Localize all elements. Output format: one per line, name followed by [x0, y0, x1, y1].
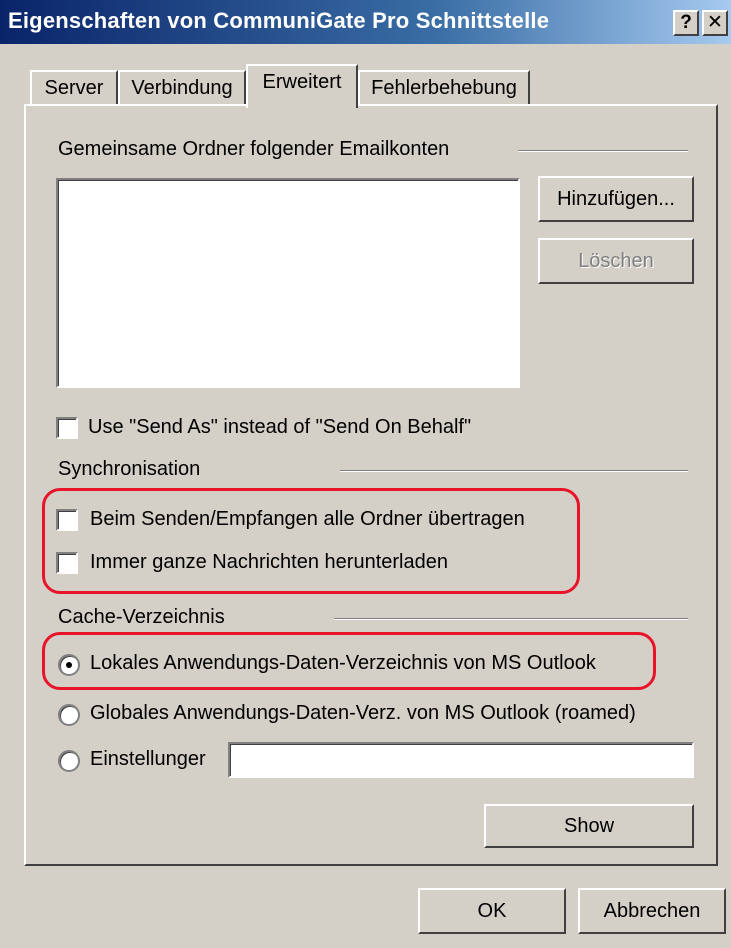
shared-folders-divider — [518, 150, 688, 152]
cache-custom-path-input[interactable] — [228, 742, 694, 778]
cache-local-radio[interactable] — [58, 654, 80, 676]
sync-all-folders-label: Beim Senden/Empfangen alle Ordner übertr… — [90, 508, 525, 530]
tab-erweitert[interactable]: Erweitert — [246, 64, 358, 108]
ok-button[interactable]: OK — [418, 888, 566, 934]
cancel-button[interactable]: Abbrechen — [578, 888, 726, 934]
window-title: Eigenschaften von CommuniGate Pro Schnit… — [8, 8, 550, 33]
cache-divider — [334, 618, 688, 620]
title-bar[interactable]: Eigenschaften von CommuniGate Pro Schnit… — [0, 0, 731, 44]
add-button[interactable]: Hinzufügen... — [538, 176, 694, 222]
shared-accounts-list[interactable] — [56, 178, 520, 388]
cache-global-label: Globales Anwendungs-Daten-Verz. von MS O… — [90, 702, 636, 724]
cache-global-radio[interactable] — [58, 704, 80, 726]
cache-group-label: Cache-Verzeichnis — [58, 606, 225, 628]
sync-divider — [340, 470, 688, 472]
cache-local-label: Lokales Anwendungs-Daten-Verzeichnis von… — [90, 652, 596, 674]
tab-verbindung[interactable]: Verbindung — [118, 70, 246, 106]
cache-custom-radio[interactable] — [58, 750, 80, 772]
tab-fehlerbehebung[interactable]: Fehlerbehebung — [358, 70, 530, 106]
radio-selected-dot — [66, 662, 72, 668]
tab-server[interactable]: Server — [30, 70, 118, 106]
download-full-messages-checkbox[interactable] — [56, 552, 78, 574]
sync-group-label: Synchronisation — [58, 458, 201, 480]
send-as-label: Use "Send As" instead of "Send On Behalf… — [88, 416, 472, 438]
show-button[interactable]: Show — [484, 804, 694, 848]
help-button[interactable]: ? — [673, 10, 699, 36]
delete-button[interactable]: Löschen — [538, 238, 694, 284]
shared-folders-label: Gemeinsame Ordner folgender Emailkonten — [58, 138, 450, 160]
send-as-checkbox[interactable] — [56, 417, 78, 439]
sync-all-folders-checkbox[interactable] — [56, 509, 78, 531]
close-button[interactable]: ✕ — [702, 10, 728, 36]
download-full-messages-label: Immer ganze Nachrichten herunterladen — [90, 551, 448, 573]
cache-custom-label: Einstellunger — [90, 748, 206, 770]
